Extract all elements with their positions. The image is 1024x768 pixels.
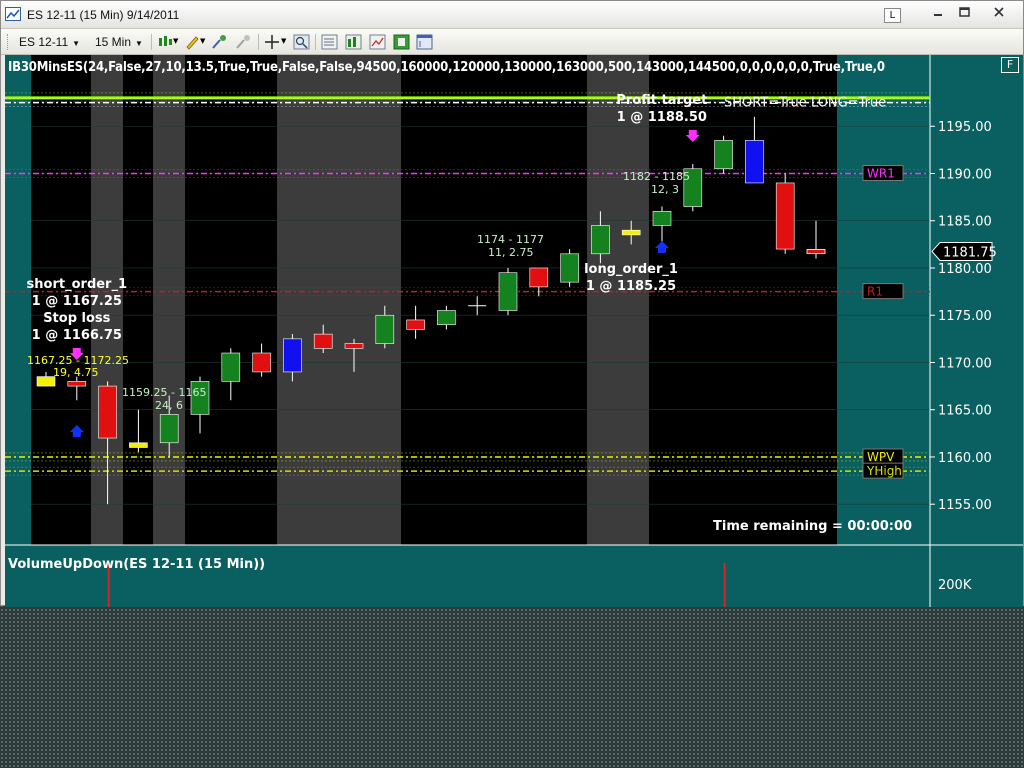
candle-body bbox=[406, 319, 425, 330]
add-indicator-icon[interactable] bbox=[211, 34, 228, 50]
y-tick-label: 1180.00 bbox=[938, 262, 992, 277]
chart-area[interactable]: 1195.00 1190.00 1185.00 1180.00 1175.00 1170.… bbox=[5, 55, 1023, 607]
bar-style-icon[interactable] bbox=[157, 34, 174, 50]
remove-indicator-icon[interactable] bbox=[235, 34, 252, 50]
chart-app-icon bbox=[5, 7, 21, 21]
instrument-label: ES 12-11 bbox=[19, 35, 69, 49]
indicator-label: IB30MinsES(24,False,27,10,13.5,True,True… bbox=[8, 60, 885, 75]
chart-window: ES 12-11 (15 Min) 9/14/2011 L ES 12-11 ▼ … bbox=[0, 0, 1024, 607]
order-annotation: short_order_1 bbox=[27, 277, 127, 292]
order-annotation: Stop loss bbox=[43, 311, 110, 326]
candle-body bbox=[313, 333, 333, 349]
line-chart-icon[interactable] bbox=[369, 34, 386, 50]
properties-icon[interactable] bbox=[416, 34, 433, 50]
interval-selector[interactable]: 15 Min ▼ bbox=[95, 33, 151, 51]
window-title: ES 12-11 (15 Min) 9/14/2011 bbox=[27, 8, 180, 22]
zoom-icon[interactable] bbox=[293, 34, 310, 50]
candle-body bbox=[745, 140, 764, 184]
float-button[interactable]: F bbox=[1001, 57, 1019, 73]
candle-body bbox=[252, 352, 271, 373]
chevron-down-icon: ▼ bbox=[72, 39, 81, 48]
level-label: R1 bbox=[867, 285, 883, 299]
candle-body bbox=[98, 385, 117, 439]
candle-body bbox=[498, 272, 518, 311]
candle-body bbox=[621, 229, 641, 236]
strategy-icon[interactable] bbox=[393, 34, 410, 50]
order-annotation: 1 @ 1167.25 bbox=[32, 294, 122, 309]
candle-body bbox=[159, 414, 179, 444]
close-icon[interactable] bbox=[986, 5, 1012, 23]
chart-toolbar: ES 12-11 ▼ 15 Min ▼ ▼ ▼ ▼ bbox=[1, 29, 1023, 55]
link-button[interactable]: L bbox=[884, 8, 901, 23]
candle-body bbox=[344, 343, 364, 349]
range-label: 1182 - 1185 bbox=[623, 170, 690, 183]
interval-label: 15 Min bbox=[95, 35, 132, 49]
y-tick-label: 1190.00 bbox=[938, 167, 992, 182]
candle-body bbox=[375, 314, 395, 344]
candle-body bbox=[437, 310, 456, 325]
candle-body bbox=[221, 352, 241, 382]
candle-body bbox=[283, 338, 302, 373]
range-label: 19, 4.75 bbox=[53, 366, 98, 379]
level-label: YHigh bbox=[866, 464, 902, 478]
y-tick-label: 1195.00 bbox=[938, 120, 992, 135]
instrument-selector[interactable]: ES 12-11 ▼ bbox=[19, 33, 91, 51]
range-label: 11, 2.75 bbox=[488, 246, 533, 259]
candle-body bbox=[129, 442, 148, 448]
chevron-down-icon[interactable]: ▼ bbox=[200, 37, 205, 45]
y-tick-label: 1170.00 bbox=[938, 356, 992, 371]
minimize-icon[interactable] bbox=[925, 5, 951, 23]
candle-body bbox=[806, 249, 826, 254]
candle-body bbox=[714, 140, 733, 170]
level-label: WPV bbox=[867, 450, 895, 464]
maximize-icon[interactable] bbox=[951, 5, 977, 23]
y-tick-label: 1160.00 bbox=[938, 451, 992, 466]
data-box-icon[interactable] bbox=[321, 34, 338, 50]
time-remaining: Time remaining = 00:00:00 bbox=[713, 519, 912, 534]
order-annotation: long_order_1 bbox=[584, 262, 678, 277]
candle-body bbox=[652, 210, 672, 226]
price-marker-label: 1181.75 bbox=[943, 245, 997, 260]
candle-body bbox=[775, 182, 795, 250]
chevron-down-icon[interactable]: ▼ bbox=[173, 37, 178, 45]
candle-body bbox=[560, 253, 579, 283]
volume-panel-label: VolumeUpDown(ES 12-11 (15 Min)) bbox=[8, 557, 266, 572]
candle-body bbox=[67, 381, 87, 387]
y-tick-label: 1185.00 bbox=[938, 215, 992, 230]
chevron-down-icon[interactable]: ▼ bbox=[281, 37, 286, 45]
crosshair-icon[interactable] bbox=[264, 34, 281, 50]
level-label: SHORT=True LONG=True bbox=[724, 96, 886, 111]
y-tick-label: 1165.00 bbox=[938, 404, 992, 419]
y-tick-label: 1175.00 bbox=[938, 309, 992, 324]
title-bar[interactable]: ES 12-11 (15 Min) 9/14/2011 L bbox=[1, 1, 1023, 29]
y-tick-label: 1155.00 bbox=[938, 498, 992, 513]
candle-body bbox=[529, 267, 549, 288]
range-label: 24, 6 bbox=[155, 399, 183, 412]
pencil-icon[interactable] bbox=[184, 34, 201, 50]
chevron-down-icon: ▼ bbox=[135, 39, 143, 48]
order-annotation: Profit target bbox=[616, 93, 707, 108]
chart-bars-icon[interactable] bbox=[345, 34, 362, 50]
candle-body bbox=[591, 225, 610, 255]
range-label: 1174 - 1177 bbox=[477, 233, 544, 246]
volume-axis-tick: 200K bbox=[938, 578, 972, 593]
level-label: WR1 bbox=[867, 166, 895, 180]
order-annotation: 1 @ 1188.50 bbox=[617, 110, 707, 125]
toolbar-grip[interactable] bbox=[7, 34, 10, 50]
order-annotation: 1 @ 1166.75 bbox=[32, 328, 122, 343]
order-annotation: 1 @ 1185.25 bbox=[586, 279, 676, 294]
price-chart[interactable]: 1195.00 1190.00 1185.00 1180.00 1175.00 1170.… bbox=[5, 55, 1023, 607]
range-label: 1159.25 - 1165 bbox=[122, 386, 206, 399]
range-label: 12, 3 bbox=[651, 183, 679, 196]
